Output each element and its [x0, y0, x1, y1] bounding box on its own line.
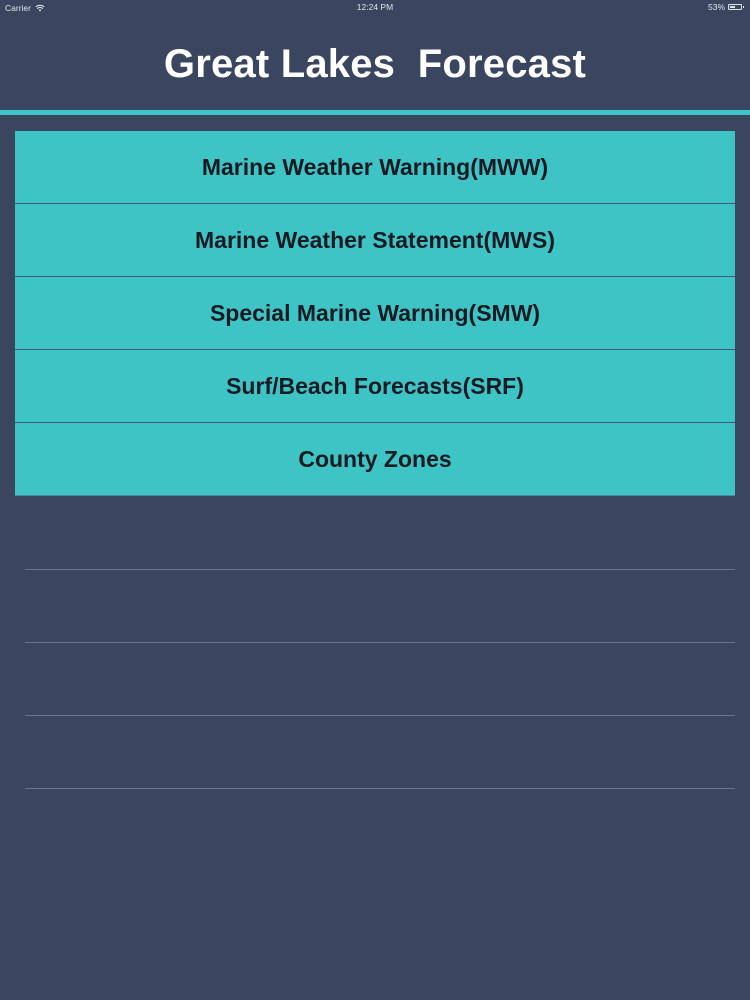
status-bar: Carrier 12:24 PM 53% — [0, 0, 750, 14]
menu-item-label: Surf/Beach Forecasts(SRF) — [226, 372, 524, 399]
menu-item-county-zones[interactable]: County Zones — [15, 423, 735, 496]
empty-row-separator — [25, 642, 735, 643]
battery-icon — [728, 4, 744, 10]
status-right: 53% — [707, 0, 744, 14]
menu-item-label: County Zones — [298, 445, 452, 472]
menu-item-label: Marine Weather Statement(MWS) — [195, 226, 555, 253]
battery-fill — [730, 6, 736, 8]
header-underline — [0, 110, 750, 115]
empty-row-separator — [25, 715, 735, 716]
empty-row-separator — [25, 788, 735, 789]
menu-item-mws[interactable]: Marine Weather Statement(MWS) — [15, 204, 735, 277]
forecast-menu-list: Marine Weather Warning(MWW) Marine Weath… — [15, 131, 735, 496]
menu-item-srf[interactable]: Surf/Beach Forecasts(SRF) — [15, 350, 735, 423]
menu-item-label: Special Marine Warning(SMW) — [209, 299, 541, 326]
menu-item-smw[interactable]: Special Marine Warning(SMW) — [15, 277, 735, 350]
menu-item-label: Marine Weather Warning(MWW) — [201, 153, 549, 180]
empty-row-separator — [25, 569, 735, 570]
page-title: Great Lakes Forecast — [163, 42, 587, 86]
battery-percent: 53% — [707, 2, 725, 12]
status-time: 12:24 PM — [356, 2, 394, 12]
header: Great Lakes Forecast — [0, 14, 750, 110]
menu-item-mww[interactable]: Marine Weather Warning(MWW) — [15, 131, 735, 204]
